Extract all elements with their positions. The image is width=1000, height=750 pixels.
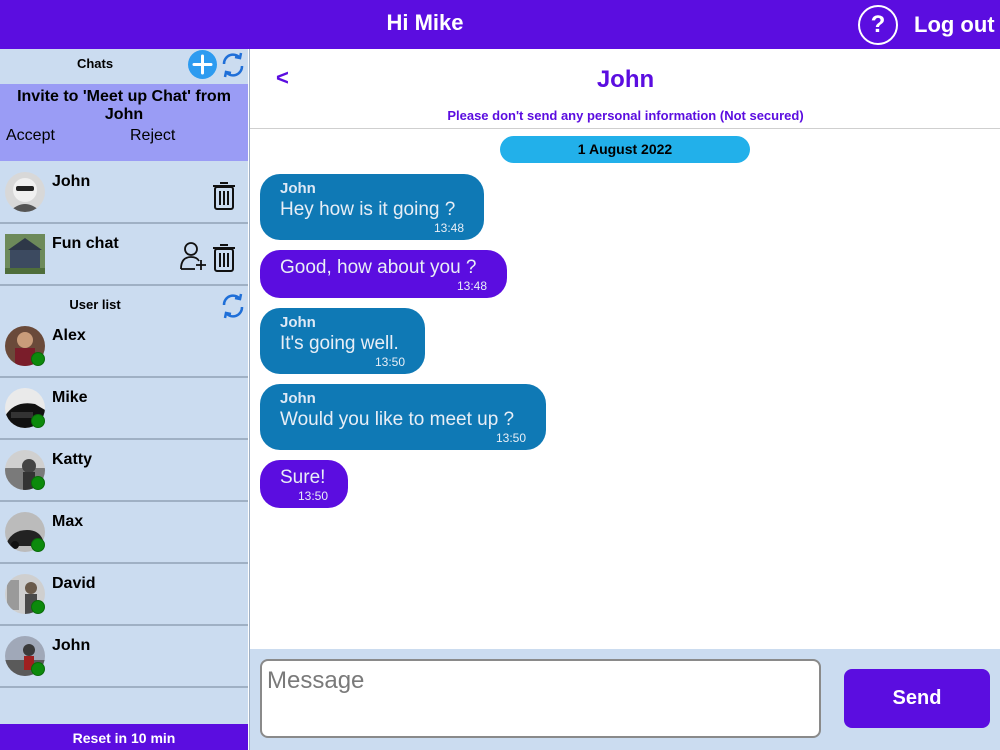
reject-invite-button[interactable]: Reject <box>130 127 242 154</box>
user-item-alex[interactable]: Alex <box>0 316 248 378</box>
message-input[interactable] <box>260 659 821 738</box>
chat-item-fun-chat[interactable]: Fun chat <box>0 224 248 286</box>
message-time: 13:48 <box>456 279 487 293</box>
user-item-david[interactable]: David <box>0 564 248 626</box>
add-chat-button[interactable] <box>188 50 217 79</box>
user-name: David <box>52 575 96 592</box>
top-bar: Hi Mike ? Log out <box>0 0 1000 49</box>
send-button[interactable]: Send <box>844 669 990 728</box>
user-name: Mike <box>52 389 88 406</box>
message-text: Hey how is it going ? <box>280 199 456 220</box>
chat-header: < John Please don't send any personal in… <box>250 49 1000 129</box>
chats-header: Chats <box>0 49 248 83</box>
refresh-chats-icon[interactable] <box>220 52 246 78</box>
chat-name: Fun chat <box>52 235 119 252</box>
online-status-icon <box>31 662 45 676</box>
chat-item-john[interactable]: John <box>0 162 248 224</box>
chat-avatar <box>5 172 45 212</box>
online-status-icon <box>31 352 45 366</box>
message-time: 13:48 <box>433 221 464 235</box>
help-button[interactable]: ? <box>858 5 898 45</box>
chat-name: John <box>52 173 91 190</box>
user-item-john[interactable]: John <box>0 626 248 688</box>
chats-title: Chats <box>76 56 114 71</box>
message-time: 13:50 <box>374 355 405 369</box>
message-text: It's going well. <box>280 333 399 354</box>
message-bubble: John Would you like to meet up ? 13:50 <box>260 384 546 450</box>
chat-title: John <box>596 66 655 93</box>
message-sender: John <box>280 390 316 407</box>
user-name: Max <box>52 513 84 530</box>
message-bubble: Good, how about you ? 13:48 <box>260 250 507 298</box>
greeting: Hi Mike <box>386 10 464 35</box>
accept-invite-button[interactable]: Accept <box>6 127 118 154</box>
message-bubble: Sure! 13:50 <box>260 460 348 508</box>
message-composer: Send <box>250 649 1000 750</box>
trash-icon[interactable] <box>211 179 237 211</box>
user-name: John <box>52 637 91 654</box>
user-item-katty[interactable]: Katty <box>0 440 248 502</box>
security-warning: Please don't send any personal informati… <box>447 108 804 123</box>
invitation-text: Invite to 'Meet up Chat' from John <box>17 88 231 123</box>
message-time: 13:50 <box>495 431 526 445</box>
sidebar: Chats Invite to 'Meet up Chat' from John… <box>0 49 248 750</box>
user-item-max[interactable]: Max <box>0 502 248 564</box>
date-separator: 1 August 2022 <box>500 136 750 163</box>
chat-panel: < John Please don't send any personal in… <box>249 49 1000 750</box>
online-status-icon <box>31 538 45 552</box>
logout-button[interactable]: Log out <box>914 12 995 38</box>
message-text: Good, how about you ? <box>280 257 477 278</box>
online-status-icon <box>31 476 45 490</box>
user-item-mike[interactable]: Mike <box>0 378 248 440</box>
message-text: Sure! <box>280 467 326 488</box>
message-bubble: John It's going well. 13:50 <box>260 308 425 374</box>
message-sender: John <box>280 314 316 331</box>
chat-avatar <box>5 234 45 274</box>
message-time: 13:50 <box>297 489 328 503</box>
online-status-icon <box>31 600 45 614</box>
add-user-icon[interactable] <box>180 241 208 271</box>
reset-timer: Reset in 10 min <box>0 724 248 750</box>
user-list-title: User list <box>69 297 121 312</box>
plus-icon <box>192 54 213 75</box>
user-name: Katty <box>52 451 93 468</box>
message-text: Would you like to meet up ? <box>280 409 515 430</box>
trash-icon[interactable] <box>211 241 237 273</box>
user-name: Alex <box>52 327 86 344</box>
online-status-icon <box>31 414 45 428</box>
message-sender: John <box>280 180 316 197</box>
message-bubble: John Hey how is it going ? 13:48 <box>260 174 484 240</box>
